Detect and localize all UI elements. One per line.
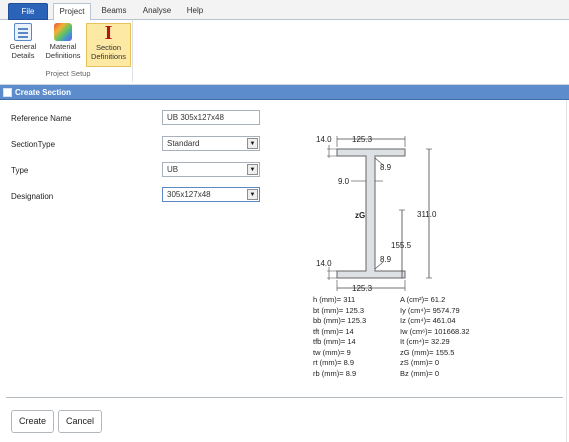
create-button[interactable]: Create	[11, 410, 54, 433]
top-width-dim: 125.3	[352, 135, 373, 144]
designation-label: Designation	[11, 192, 54, 201]
prop-row: tfb (mm)= 14	[313, 337, 356, 346]
dropdown-arrow-icon[interactable]: ▼	[247, 138, 258, 149]
material-definitions-button[interactable]: Material Definitions	[42, 23, 84, 67]
prop-row: A (cm²)= 61.2	[400, 295, 446, 304]
centroid-label: zG	[355, 211, 365, 220]
project-setup-group: General Details Material Definitions I S…	[3, 20, 133, 82]
prop-row: bb (mm)= 125.3	[313, 316, 367, 325]
prop-row: tft (mm)= 14	[313, 326, 354, 336]
tab-analyse[interactable]: Analyse	[137, 3, 177, 20]
properties-left: h (mm)= 311 bt (mm)= 125.3 bb (mm)= 125.…	[313, 295, 366, 379]
window-title: Create Section	[15, 88, 72, 97]
prop-row: Bz (mm)= 0	[400, 368, 439, 378]
prop-row: rt (mm)= 8.9	[313, 358, 355, 367]
designation-value: 305x127x48	[167, 190, 211, 199]
cancel-button[interactable]: Cancel	[58, 410, 102, 433]
i-beam-icon: I	[104, 22, 113, 44]
window-border	[566, 100, 567, 442]
material-definitions-label-2: Definitions	[45, 50, 81, 60]
type-select[interactable]: UB ▼	[162, 162, 260, 177]
web-thickness-dim: 9.0	[338, 177, 350, 186]
bottom-width-dim: 125.3	[352, 284, 373, 293]
i-beam-shape	[336, 148, 406, 279]
general-details-button[interactable]: General Details	[5, 23, 41, 67]
prop-row: h (mm)= 311	[313, 295, 356, 304]
dropdown-arrow-icon[interactable]: ▼	[247, 189, 258, 200]
section-definitions-label-2: Definitions	[90, 51, 127, 61]
section-type-label: SectionType	[11, 140, 56, 149]
bottom-radius-dim: 8.9	[380, 255, 392, 264]
window-title-bar: Create Section	[0, 85, 569, 100]
tab-file[interactable]: File	[8, 3, 48, 20]
prop-row: Iz (cm⁴)= 461.04	[400, 316, 456, 325]
general-details-icon	[14, 23, 32, 41]
centroid-height-dim: 155.5	[391, 241, 412, 250]
window-icon	[3, 88, 12, 97]
dropdown-arrow-icon[interactable]: ▼	[247, 164, 258, 175]
properties-right: A (cm²)= 61.2 Iy (cm⁴)= 9574.79 Iz (cm⁴)…	[400, 295, 470, 379]
prop-row: zG (mm)= 155.5	[400, 347, 455, 357]
footer-divider	[6, 397, 563, 398]
ribbon: General Details Material Definitions I S…	[0, 20, 569, 85]
reference-name-label: Reference Name	[11, 114, 72, 123]
type-value: UB	[167, 165, 179, 174]
material-palette-icon	[54, 23, 72, 41]
reference-name-input[interactable]: UB 305x127x48	[162, 110, 260, 125]
prop-row: Iw (cm⁶)= 101668.32	[400, 326, 470, 336]
top-radius-dim: 8.9	[380, 163, 392, 172]
section-drawing: 125.3 14.0 8.9 9.0 zG 311.0 155.5 8.9 14…	[316, 135, 437, 293]
prop-row: It (cm⁴)= 32.29	[400, 337, 450, 346]
top-flange-dim: 14.0	[316, 135, 332, 144]
prop-row: tw (mm)= 9	[313, 347, 351, 357]
tab-help[interactable]: Help	[180, 3, 210, 20]
type-label: Type	[11, 166, 29, 175]
ribbon-group-label: Project Setup	[45, 69, 91, 78]
prop-row: Iy (cm⁴)= 9574.79	[400, 305, 460, 315]
prop-row: rb (mm)= 8.9	[313, 368, 357, 378]
height-dim: 311.0	[417, 210, 437, 219]
prop-row: bt (mm)= 125.3	[313, 305, 365, 315]
section-type-value: Standard	[167, 139, 200, 148]
tab-beams[interactable]: Beams	[96, 3, 132, 20]
bottom-flange-dim: 14.0	[316, 259, 332, 268]
section-definitions-button[interactable]: I Section Definitions	[86, 23, 131, 67]
prop-row: zS (mm)= 0	[400, 358, 439, 367]
tab-project[interactable]: Project	[53, 3, 91, 21]
general-details-label-2: Details	[11, 50, 35, 60]
designation-select[interactable]: 305x127x48 ▼	[162, 187, 260, 202]
section-type-select[interactable]: Standard ▼	[162, 136, 260, 151]
ribbon-tab-bar: File Project Beams Analyse Help	[0, 0, 569, 21]
